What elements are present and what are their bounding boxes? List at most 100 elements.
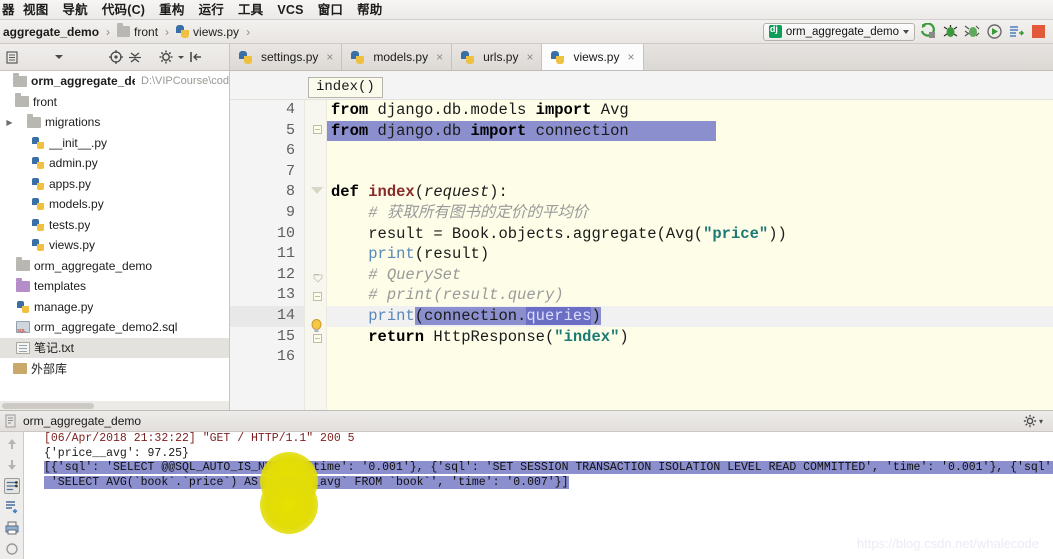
menu-item-vcs[interactable]: VCS [270,0,310,20]
python-file-icon [461,50,475,64]
menu-item-window[interactable]: 窗口 [311,0,350,20]
profile-button[interactable] [986,23,1003,40]
tree-item-views-py[interactable]: views.py [0,235,229,256]
hide-panel-icon[interactable] [188,49,204,65]
menu-item-run[interactable]: 运行 [192,0,231,20]
tab-views-py[interactable]: views.py × [542,44,644,70]
paren-close: ) [619,327,629,346]
gear-icon[interactable] [158,49,174,65]
imported-name: Avg [591,101,629,119]
print-icon[interactable] [4,520,20,536]
run-with-coverage-button[interactable] [964,23,981,40]
tree-item-external-libraries[interactable]: 外部库 [0,358,229,379]
chevron-down-icon[interactable] [51,49,67,65]
watermark: https://blog.csdn.net/whalecode [856,536,1039,551]
close-icon[interactable]: × [627,50,634,64]
console-line-queries-2: 'SELECT AVG(`book`.`price`) AS `price__a… [24,475,1053,491]
tree-item-apps-py[interactable]: apps.py [0,174,229,195]
tree-item-tests-py[interactable]: tests.py [0,215,229,236]
code-line-15[interactable]: return HttpResponse("index") [327,327,1053,348]
code-line-6[interactable] [327,141,1053,162]
breadcrumb-file[interactable]: views.py [173,20,242,44]
target-icon[interactable] [108,49,124,65]
scroll-up-icon[interactable] [4,436,20,452]
run-panel-settings[interactable]: ▾ [1023,414,1043,428]
code-line-7[interactable] [327,162,1053,183]
breadcrumb-project[interactable]: aggregate_demo [0,20,102,44]
fold-marker-15[interactable] [313,334,322,343]
tree-item-admin-py[interactable]: admin.py [0,153,229,174]
stop-button[interactable] [1030,23,1047,40]
menu-item-0[interactable]: 器 [2,0,16,20]
tree-item-front[interactable]: front [0,92,229,113]
line-number: 15 [276,327,295,345]
menu-item-tools[interactable]: 工具 [231,0,270,20]
scrollbar-thumb[interactable] [2,403,94,409]
run-toolbar: orm_aggregate_demo [762,22,1053,41]
fold-triangle-def[interactable] [311,187,323,194]
run-configuration-selector[interactable]: orm_aggregate_demo [762,22,915,41]
code-line-5[interactable]: from django.db import connection [327,120,716,142]
editor-fold-column[interactable] [305,100,327,410]
code-line-16[interactable] [327,347,1053,368]
python-file-icon [551,50,565,64]
tree-twisty[interactable]: ▶ [4,118,15,127]
parameter-name: request [424,183,490,202]
clear-icon[interactable] [4,541,20,557]
tree-item-notes-txt[interactable]: 笔记.txt [0,337,229,358]
tree-item-init-py[interactable]: __init__.py [0,133,229,154]
code-line-14[interactable]: print(connection.queries) [327,305,1053,327]
code-line-8[interactable]: def index(request): [327,182,1053,203]
intention-bulb-icon[interactable] [310,319,322,333]
editor-breadcrumb-chip[interactable]: index() [308,77,383,98]
tree-item-orm-aggregate-demo[interactable]: orm_aggregate_demo D:\VIPCourse\cod [0,71,229,92]
close-icon[interactable]: × [436,50,443,64]
fold-marker-13[interactable] [313,292,322,301]
project-horizontal-scrollbar[interactable] [0,401,230,410]
chevron-down-small-icon[interactable] [177,49,185,65]
menu-item-help[interactable]: 帮助 [350,0,389,20]
tab-models-py[interactable]: models.py × [342,44,453,70]
code-line-4[interactable]: from django.db.models import Avg [327,100,1053,121]
python-file-icon [31,136,45,150]
code-line-11[interactable]: print(result) [327,244,1053,265]
scroll-to-end-icon[interactable] [4,499,20,515]
gear-icon [1023,414,1037,428]
tree-item-orm-aggregate-demo-pkg[interactable]: orm_aggregate_demo [0,256,229,277]
soft-wrap-icon[interactable] [3,478,20,494]
code-editor[interactable]: index() 4 5 6 7 8 9 10 11 12 13 14 15 16 [230,71,1053,410]
menu-item-view[interactable]: 视图 [16,0,55,20]
run-button[interactable] [920,22,937,40]
chevron-down-icon[interactable]: ▾ [1039,417,1043,426]
code-line-10[interactable]: result = Book.objects.aggregate(Avg("pri… [327,224,1053,245]
tree-item-templates[interactable]: templates [0,276,229,297]
selected-token-queries[interactable]: queries [526,306,592,325]
fold-marker-12[interactable] [313,271,323,283]
list-icon[interactable] [4,49,20,65]
debug-button[interactable] [942,23,959,40]
menu-item-refactor[interactable]: 重构 [152,0,191,20]
collapse-all-icon[interactable] [127,49,143,65]
code-line-12[interactable]: # QuerySet [327,265,1053,286]
menu-item-code[interactable]: 代码(C) [95,0,152,20]
tree-item-models-py[interactable]: models.py [0,194,229,215]
menu-item-navigate[interactable]: 导航 [55,0,94,20]
editor-gutter[interactable]: 4 5 6 7 8 9 10 11 12 13 14 15 16 [230,100,305,410]
tab-settings-py[interactable]: settings.py × [230,44,343,70]
run-configuration-name: orm_aggregate_demo [785,25,899,38]
code-line-13[interactable]: # print(result.query) [327,285,1053,306]
project-tree[interactable]: orm_aggregate_demo D:\VIPCourse\cod fron… [0,71,230,401]
tree-item-sql-file[interactable]: orm_aggregate_demo2.sql [0,317,229,338]
tree-item-manage-py[interactable]: manage.py [0,297,229,318]
attach-button[interactable] [1008,23,1025,40]
chevron-down-icon[interactable] [903,29,909,34]
breadcrumb-folder[interactable]: front [114,20,161,44]
code-line-9[interactable]: # 获取所有图书的定价的平均价 [327,203,1053,224]
close-icon[interactable]: × [526,50,533,64]
fold-marker-import[interactable] [313,125,322,134]
tab-urls-py[interactable]: urls.py × [452,44,543,70]
editor-code-area[interactable]: from django.db.models import Avg from dj… [327,100,1053,410]
tree-item-migrations[interactable]: ▶ migrations [0,112,229,133]
close-icon[interactable]: × [326,50,333,64]
scroll-down-icon[interactable] [4,457,20,473]
